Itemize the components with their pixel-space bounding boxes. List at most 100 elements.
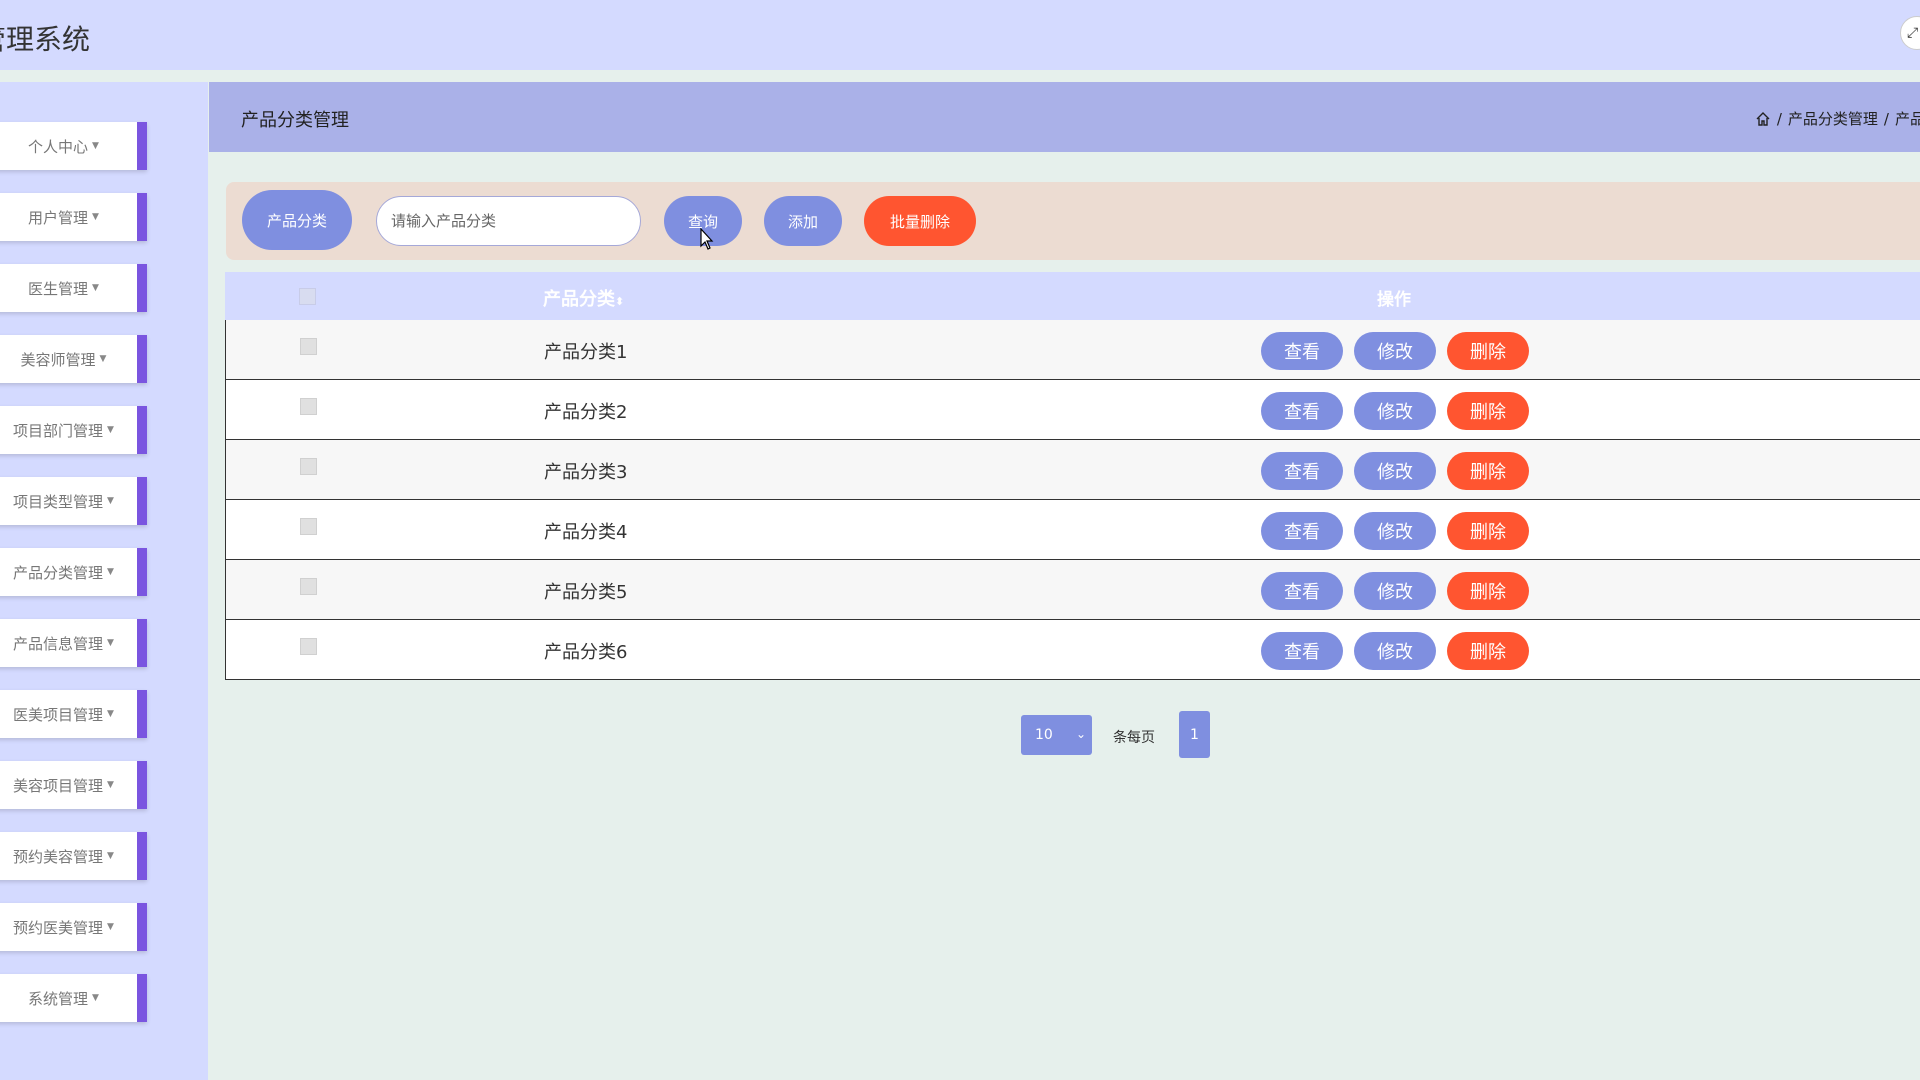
app-title: 管理系统 bbox=[0, 23, 91, 56]
sidebar-item[interactable]: 产品信息管理 ▼ bbox=[0, 619, 147, 667]
cell-name: 产品分类6 bbox=[544, 642, 628, 663]
select-all-checkbox[interactable] bbox=[299, 288, 316, 305]
cell-name: 产品分类4 bbox=[544, 522, 628, 543]
cell-name: 产品分类5 bbox=[544, 582, 628, 603]
view-button[interactable]: 查看 bbox=[1261, 332, 1343, 370]
table-row: 产品分类4 查看 修改 删除 bbox=[225, 500, 1920, 560]
delete-button[interactable]: 删除 bbox=[1447, 332, 1529, 370]
sort-icon[interactable]: ⬍ bbox=[615, 295, 624, 308]
cell-name: 产品分类3 bbox=[544, 462, 628, 483]
breadcrumb: / 产品分类管理 / 产品分 bbox=[1755, 108, 1920, 129]
edit-button[interactable]: 修改 bbox=[1354, 392, 1436, 430]
sidebar-item[interactable]: 预约医美管理 ▼ bbox=[0, 903, 147, 951]
page-size-select[interactable]: 10 ⌄ bbox=[1021, 715, 1092, 755]
breadcrumb-item: 产品分 bbox=[1894, 110, 1920, 128]
edit-button[interactable]: 修改 bbox=[1354, 452, 1436, 490]
search-label: 产品分类 bbox=[242, 190, 352, 250]
caret-down-icon: ▼ bbox=[107, 638, 114, 648]
view-button[interactable]: 查看 bbox=[1261, 392, 1343, 430]
breadcrumb-item[interactable]: 产品分类管理 bbox=[1788, 108, 1878, 129]
add-button[interactable]: 添加 bbox=[764, 196, 842, 246]
sidebar-item[interactable]: 美容师管理 ▼ bbox=[0, 335, 147, 383]
edit-button[interactable]: 修改 bbox=[1354, 572, 1436, 610]
breadcrumb-separator: / bbox=[1883, 109, 1889, 128]
caret-down-icon: ▼ bbox=[107, 851, 114, 861]
cell-name: 产品分类2 bbox=[544, 402, 628, 423]
sidebar-item-label: 产品信息管理 bbox=[13, 634, 104, 653]
view-button[interactable]: 查看 bbox=[1261, 512, 1343, 550]
delete-button[interactable]: 删除 bbox=[1447, 512, 1529, 550]
table-header: 产品分类⬍ 操作 bbox=[225, 272, 1920, 320]
delete-button[interactable]: 删除 bbox=[1447, 572, 1529, 610]
page-size-value: 10 bbox=[1035, 727, 1053, 743]
column-header-ops: 操作 bbox=[1377, 290, 1411, 310]
caret-down-icon: ▼ bbox=[107, 496, 114, 506]
caret-down-icon: ▼ bbox=[107, 922, 114, 932]
edit-button[interactable]: 修改 bbox=[1354, 512, 1436, 550]
caret-down-icon: ▼ bbox=[107, 709, 114, 719]
table-row: 产品分类6 查看 修改 删除 bbox=[225, 620, 1920, 680]
table-row: 产品分类1 查看 修改 删除 bbox=[225, 320, 1920, 380]
sidebar-item-label: 医美项目管理 bbox=[13, 705, 104, 724]
sidebar-item-label: 个人中心 bbox=[28, 137, 89, 156]
delete-button[interactable]: 删除 bbox=[1447, 632, 1529, 670]
sidebar-item[interactable]: 产品分类管理 ▼ bbox=[0, 548, 147, 596]
caret-down-icon: ▼ bbox=[99, 354, 107, 364]
home-icon[interactable] bbox=[1755, 111, 1771, 127]
row-checkbox[interactable] bbox=[300, 338, 317, 355]
row-checkbox[interactable] bbox=[300, 398, 317, 415]
row-checkbox[interactable] bbox=[300, 578, 317, 595]
sidebar-item[interactable]: 项目类型管理 ▼ bbox=[0, 477, 147, 525]
column-header-label: 产品分类 bbox=[543, 289, 615, 310]
search-bar: 产品分类 查询 添加 批量删除 bbox=[226, 182, 1920, 260]
page-button[interactable]: 1 bbox=[1179, 711, 1210, 758]
caret-down-icon: ▼ bbox=[107, 425, 114, 435]
caret-down-icon: ▼ bbox=[92, 993, 99, 1003]
caret-down-icon: ▼ bbox=[107, 780, 114, 790]
page-title: 产品分类管理 bbox=[241, 110, 349, 131]
sidebar-item[interactable]: 医生管理 ▼ bbox=[0, 264, 147, 312]
sidebar-item[interactable]: 个人中心 ▼ bbox=[0, 122, 147, 170]
fullscreen-icon[interactable]: ⤢ bbox=[1900, 16, 1920, 50]
sidebar-item[interactable]: 预约美容管理 ▼ bbox=[0, 832, 147, 880]
data-table: 产品分类⬍ 操作 产品分类1 查看 修改 删除 产品分类2 查看 修改 删除 产品分类3 查看 修改… bbox=[225, 272, 1920, 680]
delete-button[interactable]: 删除 bbox=[1447, 452, 1529, 490]
table-row: 产品分类5 查看 修改 删除 bbox=[225, 560, 1920, 620]
edit-button[interactable]: 修改 bbox=[1354, 632, 1436, 670]
sidebar-item[interactable]: 用户管理 ▼ bbox=[0, 193, 147, 241]
sidebar-item-label: 系统管理 bbox=[28, 989, 89, 1008]
sidebar-item[interactable]: 项目部门管理 ▼ bbox=[0, 406, 147, 454]
search-input[interactable] bbox=[376, 196, 641, 246]
table-row: 产品分类3 查看 修改 删除 bbox=[225, 440, 1920, 500]
row-checkbox[interactable] bbox=[300, 518, 317, 535]
column-header-name[interactable]: 产品分类⬍ bbox=[543, 285, 624, 311]
sidebar-item-label: 美容师管理 bbox=[20, 350, 96, 369]
batch-delete-button[interactable]: 批量删除 bbox=[864, 196, 976, 246]
sidebar-item[interactable]: 美容项目管理 ▼ bbox=[0, 761, 147, 809]
sidebar-item-label: 医生管理 bbox=[28, 279, 89, 298]
view-button[interactable]: 查看 bbox=[1261, 572, 1343, 610]
view-button[interactable]: 查看 bbox=[1261, 632, 1343, 670]
edit-button[interactable]: 修改 bbox=[1354, 332, 1436, 370]
caret-down-icon: ▼ bbox=[92, 141, 99, 151]
sidebar-item-label: 产品分类管理 bbox=[13, 563, 104, 582]
sidebar-item[interactable]: 系统管理 ▼ bbox=[0, 974, 147, 1022]
mouse-cursor-icon bbox=[700, 228, 714, 250]
per-page-label: 条每页 bbox=[1113, 730, 1155, 746]
row-checkbox[interactable] bbox=[300, 458, 317, 475]
sidebar-item-label: 用户管理 bbox=[28, 208, 89, 227]
breadcrumb-separator: / bbox=[1776, 109, 1782, 128]
caret-down-icon: ▼ bbox=[92, 283, 99, 293]
sidebar-item-label: 预约医美管理 bbox=[13, 918, 104, 937]
top-header: 管理系统 ⤢ bbox=[0, 0, 1920, 70]
view-button[interactable]: 查看 bbox=[1261, 452, 1343, 490]
sidebar-item-label: 预约美容管理 bbox=[13, 847, 104, 866]
breadcrumb-bar: 产品分类管理 / 产品分类管理 / 产品分 bbox=[209, 82, 1920, 152]
delete-button[interactable]: 删除 bbox=[1447, 392, 1529, 430]
sidebar-item[interactable]: 医美项目管理 ▼ bbox=[0, 690, 147, 738]
caret-down-icon: ▼ bbox=[92, 212, 99, 222]
cell-name: 产品分类1 bbox=[544, 342, 628, 363]
sidebar-item-label: 美容项目管理 bbox=[13, 776, 104, 795]
row-checkbox[interactable] bbox=[300, 638, 317, 655]
table-body: 产品分类1 查看 修改 删除 产品分类2 查看 修改 删除 产品分类3 查看 修改 删除 产品分类4 查看… bbox=[225, 320, 1920, 680]
